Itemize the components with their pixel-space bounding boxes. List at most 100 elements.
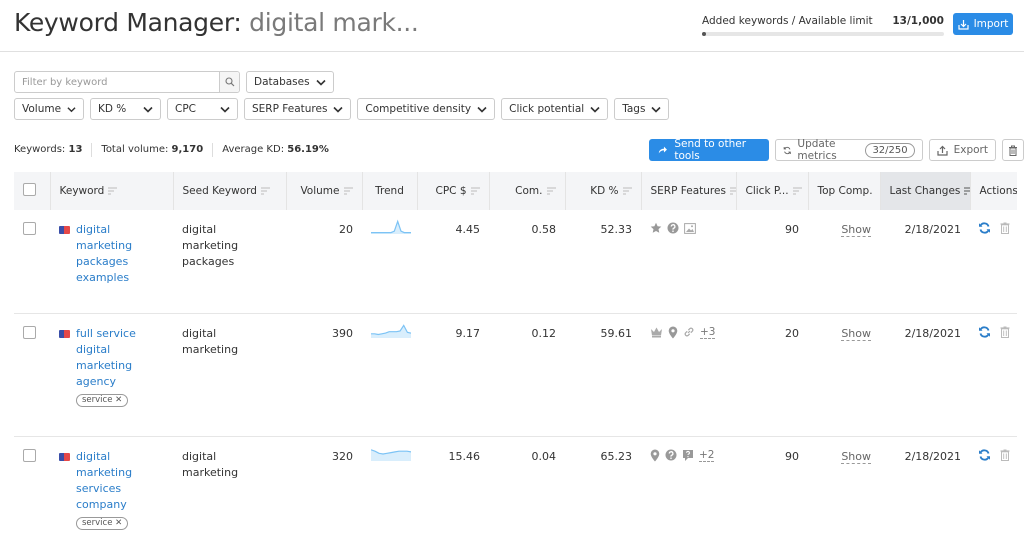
last-changes-cell: 2/18/2021 xyxy=(904,223,961,236)
seed-keyword-cell: digital marketing xyxy=(173,436,286,538)
column-label: Top Comp. xyxy=(817,185,873,197)
column-label: Keyword xyxy=(59,185,105,197)
column-label: Click P... xyxy=(745,185,789,197)
competition-cell: 0.04 xyxy=(531,449,557,463)
keyword-cell: full service digital marketing agency se… xyxy=(50,313,173,436)
us-flag-icon xyxy=(59,226,70,234)
competition-cell: 0.12 xyxy=(531,326,557,340)
column-header-keyword[interactable]: Keyword xyxy=(50,172,174,210)
keyword-link[interactable]: digital marketing packages examples xyxy=(76,222,146,286)
column-header-competition[interactable]: Com. xyxy=(489,172,566,210)
trash-icon xyxy=(1009,145,1017,156)
column-header-cpc[interactable]: CPC $ xyxy=(417,172,490,210)
sort-icon xyxy=(964,187,969,195)
list-name[interactable]: digital mark... xyxy=(249,8,419,37)
databases-dropdown[interactable]: Databases xyxy=(246,71,334,93)
more-serp-features-link[interactable]: +3 xyxy=(700,326,716,339)
refresh-icon xyxy=(783,146,791,154)
kd-filter-dropdown[interactable]: KD % xyxy=(90,98,161,120)
sort-icon xyxy=(470,187,480,195)
select-all-header xyxy=(14,172,51,210)
top-comp-cell: Show xyxy=(808,436,880,538)
keyword-limit: Added keywords / Available limit 13/1,00… xyxy=(702,15,944,36)
column-header-kd[interactable]: KD % xyxy=(565,172,642,210)
click-potential-cell: 90 xyxy=(785,449,799,463)
dropdown-label: Volume xyxy=(22,103,62,115)
question-icon xyxy=(665,449,677,461)
more-serp-features-link[interactable]: +2 xyxy=(699,449,715,462)
serp-features-filter-dropdown[interactable]: SERP Features xyxy=(244,98,352,120)
actions-cell xyxy=(970,436,1017,538)
import-button[interactable]: Import xyxy=(953,13,1013,35)
keyword-link[interactable]: full service digital marketing agency xyxy=(76,326,146,390)
refresh-icon[interactable] xyxy=(978,222,991,234)
cpc-filter-dropdown[interactable]: CPC xyxy=(167,98,238,120)
chevron-down-icon xyxy=(220,106,230,113)
search-button[interactable] xyxy=(219,72,239,92)
chevron-down-icon xyxy=(67,106,76,112)
table-header-row: Keyword Seed Keyword Volume Trend CPC $ … xyxy=(14,172,1017,210)
click-potential-filter-dropdown[interactable]: Click potential xyxy=(501,98,609,120)
show-top-competitors-link[interactable]: Show xyxy=(841,449,871,464)
row-checkbox[interactable] xyxy=(23,448,36,462)
trend-cell xyxy=(362,313,417,436)
limit-progress-bar xyxy=(702,32,944,36)
refresh-icon[interactable] xyxy=(978,448,991,461)
row-checkbox[interactable] xyxy=(23,325,36,339)
select-all-checkbox[interactable] xyxy=(23,183,36,196)
export-icon xyxy=(937,145,948,156)
competitive-density-filter-dropdown[interactable]: Competitive density xyxy=(357,98,496,120)
refresh-icon[interactable] xyxy=(978,325,991,338)
keyword-tag: service ✕ xyxy=(76,516,129,530)
keyword-link[interactable]: digital marketing services company xyxy=(76,449,146,513)
column-header-click-potential[interactable]: Click P... xyxy=(736,172,809,210)
column-label: Seed Keyword xyxy=(182,185,257,197)
remove-tag-icon[interactable]: ✕ xyxy=(115,395,122,405)
column-header-last-changes[interactable]: Last Changes xyxy=(880,172,971,210)
column-label: Last Changes xyxy=(889,185,961,197)
export-button[interactable]: Export xyxy=(928,139,996,161)
keyword-tag: service ✕ xyxy=(76,393,129,407)
trash-icon[interactable] xyxy=(1000,449,1010,461)
table-toolbar: Send to other tools Update metrics 32/25… xyxy=(649,138,1024,162)
show-top-competitors-link[interactable]: Show xyxy=(841,326,871,341)
send-to-other-tools-button[interactable]: Send to other tools xyxy=(649,138,769,162)
question-icon xyxy=(667,222,679,234)
stat-value: 56.19% xyxy=(287,144,329,155)
top-comp-cell: Show xyxy=(808,210,880,313)
remove-tag-icon[interactable]: ✕ xyxy=(115,518,122,528)
trend-sparkline xyxy=(371,219,411,234)
chevron-down-icon xyxy=(651,106,662,113)
trash-icon[interactable] xyxy=(1000,222,1010,234)
keyword-cell: digital marketing services company servi… xyxy=(50,436,173,538)
column-header-serp-features[interactable]: SERP Features xyxy=(641,172,737,210)
cpc-cell: 4.45 xyxy=(455,223,481,236)
show-top-competitors-link[interactable]: Show xyxy=(841,223,871,237)
filter-row-secondary: Volume KD % CPC SERP Features Competitiv… xyxy=(14,98,670,120)
page-header: Keyword Manager: digital mark... Added k… xyxy=(0,0,1024,52)
keyword-filter-input[interactable] xyxy=(15,72,219,92)
row-checkbox[interactable] xyxy=(23,222,36,235)
seed-keyword-cell: digital marketing packages xyxy=(173,210,286,313)
tag-label: service xyxy=(82,394,113,405)
average-kd-stat: Average KD: 56.19% xyxy=(212,143,338,157)
column-header-seed-keyword[interactable]: Seed Keyword xyxy=(173,172,287,210)
chevron-down-icon xyxy=(316,79,326,86)
summary-stats: Keywords: 13 Total volume: 9,170 Average… xyxy=(14,143,338,157)
actions-cell xyxy=(970,313,1017,436)
column-label: Trend xyxy=(375,185,404,197)
tag-label: service xyxy=(82,517,113,528)
chevron-down-icon xyxy=(143,106,153,113)
click-potential-cell: 90 xyxy=(785,223,799,236)
trash-icon[interactable] xyxy=(1000,326,1010,338)
select-cell xyxy=(14,313,50,436)
search-icon xyxy=(224,77,234,87)
top-comp-cell: Show xyxy=(808,313,880,436)
tags-filter-dropdown[interactable]: Tags xyxy=(614,98,670,120)
column-header-volume[interactable]: Volume xyxy=(286,172,363,210)
sort-icon xyxy=(729,187,735,195)
volume-filter-dropdown[interactable]: Volume xyxy=(14,98,84,120)
seed-keyword: digital marketing packages xyxy=(182,223,239,268)
delete-button[interactable] xyxy=(1002,139,1024,161)
update-metrics-button[interactable]: Update metrics 32/250 xyxy=(774,138,923,162)
